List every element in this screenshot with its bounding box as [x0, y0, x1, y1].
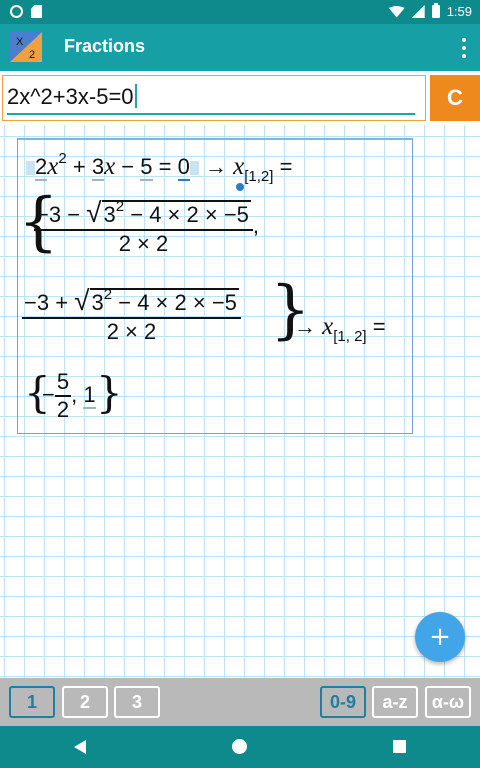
input-row: 2x^2+3x-5=0 C — [0, 71, 480, 125]
answer-close-brace: } — [96, 368, 123, 417]
tab-keyboard-1[interactable]: 1 — [9, 686, 55, 718]
tab-keyboard-3[interactable]: 3 — [114, 686, 160, 718]
add-button[interactable]: + — [415, 612, 465, 662]
answer-second-root: 1 — [83, 381, 96, 409]
keyboard-tab-bar: 1 2 3 0-9 a-z α-ω — [0, 678, 480, 726]
comma: , — [252, 212, 260, 238]
root-1-denominator: 2 × 2 — [118, 231, 169, 256]
logo-top-text: X — [16, 36, 24, 48]
equals-sign: = — [158, 154, 172, 179]
equals-sign: = — [372, 314, 386, 339]
overflow-menu-icon[interactable] — [460, 38, 468, 58]
math-workspace[interactable]: 2x2 + 3x − 5 = 0 → x[1,2] = { −3 − √32 −… — [0, 125, 480, 678]
status-system: 1:59 — [388, 3, 472, 19]
tab-latin-letters[interactable]: a-z — [372, 686, 418, 718]
var-x: x — [104, 153, 116, 180]
app-title: Fractions — [64, 36, 146, 56]
var-x: x — [47, 153, 59, 180]
minus-sign: − — [42, 381, 55, 407]
clear-button[interactable]: C — [430, 75, 480, 121]
placeholder-cursor — [26, 161, 35, 175]
answer-set: −5 2, 1 — [42, 369, 96, 423]
signal-icon — [411, 5, 425, 18]
comma: , — [71, 381, 78, 407]
plus-sign: + — [72, 154, 86, 179]
logo-bottom-text: 2 — [29, 49, 35, 61]
app-logo-icon: X 2 — [10, 32, 42, 62]
tab-digits[interactable]: 0-9 — [320, 686, 366, 718]
root-2-numerator: −3 + √32 − 4 × 2 × −5 — [22, 285, 241, 319]
battery-icon — [431, 3, 440, 18]
coef-a: 2 — [35, 154, 48, 181]
tab-greek-letters[interactable]: α-ω — [425, 686, 471, 718]
status-notifications — [10, 5, 42, 18]
rhs-zero: 0 — [177, 154, 190, 181]
var-x: x — [322, 313, 334, 340]
result-label: → x[1, 2] = — [294, 313, 386, 345]
root-2: −3 + √32 − 4 × 2 × −5 2 × 2 — [22, 285, 241, 345]
tab-keyboard-2[interactable]: 2 — [62, 686, 108, 718]
status-time: 1:59 — [446, 4, 472, 19]
subscript: [1,2] — [244, 168, 274, 185]
radicand: 32 − 4 × 2 × −5 — [89, 286, 239, 315]
back-icon[interactable] — [74, 740, 86, 754]
notification-dot-icon — [10, 5, 23, 18]
exponent: 2 — [58, 150, 67, 167]
coef-c: 5 — [140, 154, 153, 181]
arrow: → — [294, 314, 316, 339]
home-icon[interactable] — [232, 739, 247, 754]
root-2-denominator: 2 × 2 — [106, 319, 157, 344]
root-1: −3 − √32 − 4 × 2 × −5 2 × 2 , — [34, 197, 259, 257]
navigation-bar — [0, 726, 480, 768]
radicand: 32 − 4 × 2 × −5 — [101, 198, 251, 227]
minus-sign: − — [121, 154, 135, 179]
answer-denominator: 2 — [56, 397, 70, 422]
var-x: x — [233, 153, 245, 180]
root-1-fraction: −3 − √32 − 4 × 2 × −5 2 × 2 — [34, 197, 253, 257]
expression-input-value: 2x^2+3x-5=0 — [7, 84, 134, 109]
wifi-icon — [388, 5, 405, 18]
app-bar: X 2 Fractions — [0, 24, 480, 71]
recent-apps-icon[interactable] — [393, 740, 406, 753]
answer-numerator: 5 — [54, 369, 72, 397]
root-2-fraction: −3 + √32 − 4 × 2 × −5 2 × 2 — [22, 285, 241, 345]
root-1-numerator: −3 − √32 − 4 × 2 × −5 — [34, 197, 253, 231]
equation-line: 2x2 + 3x − 5 = 0 → x[1,2] = — [26, 150, 293, 185]
answer-fraction: 52 — [54, 369, 72, 423]
subscript: [1, 2] — [333, 328, 367, 345]
expression-input[interactable]: 2x^2+3x-5=0 — [2, 75, 426, 121]
status-bar: 1:59 — [0, 0, 480, 24]
coef-b: 3 — [91, 154, 105, 181]
placeholder-cursor — [189, 161, 199, 175]
sd-card-icon — [31, 5, 42, 18]
arrow: → — [205, 154, 228, 179]
selection-handle[interactable] — [236, 183, 244, 191]
equals-sign: = — [279, 154, 293, 179]
text-caret — [134, 84, 137, 108]
